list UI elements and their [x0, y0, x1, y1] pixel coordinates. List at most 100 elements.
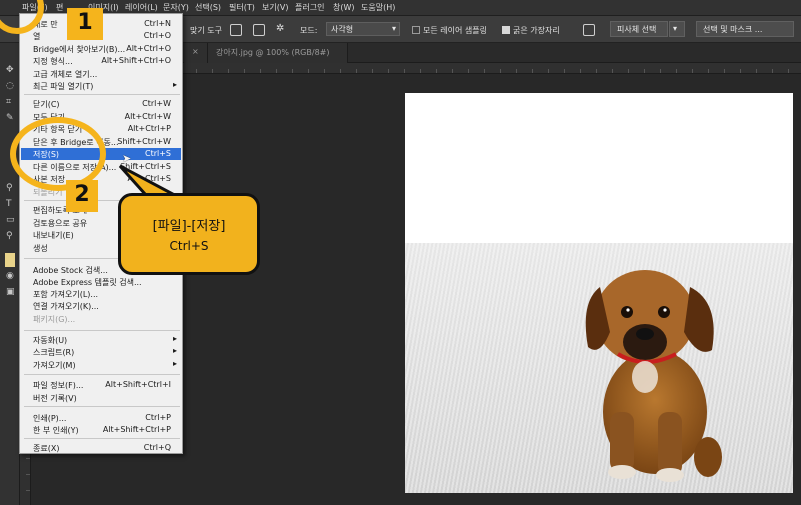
tools-panel: ✥ ◌ ⌗ ✎ ⚲ T ▭ ⚲ ◉ ▣: [0, 43, 20, 505]
quick-mask-icon[interactable]: ◉: [6, 271, 14, 281]
menu-item-label: Adobe Express 템플릿 검색...: [33, 278, 142, 287]
chevron-down-icon: ▾: [391, 24, 396, 33]
mode-select-value: 사각형: [331, 25, 354, 34]
file-menu-item[interactable]: 스크립트(R) ▸: [21, 346, 181, 358]
menu-item-label: 패키지(G)...: [33, 315, 76, 324]
type-tool-icon[interactable]: T: [6, 199, 12, 209]
menu-item-label: 검토용으로 공유: [33, 219, 88, 228]
search-tool-icon[interactable]: ⚲: [6, 231, 13, 241]
menu-help[interactable]: 도움말(H): [361, 2, 395, 13]
menu-item-label: 스크립트(R): [33, 348, 75, 357]
menu-item-shortcut: Alt+Shift+Ctrl+P: [102, 425, 171, 434]
lasso-tool-icon[interactable]: ◌: [6, 81, 14, 91]
menu-item-label: 지정 형식...: [33, 57, 73, 66]
menu-view[interactable]: 보기(V): [262, 2, 288, 13]
menu-item-shortcut: Shift+Ctrl+W: [117, 137, 171, 146]
sample-icon[interactable]: [253, 24, 265, 36]
menu-item-label: 포함 가져오기(L)...: [33, 290, 99, 299]
file-menu-item[interactable]: Adobe Express 템플릿 검색...: [21, 276, 181, 288]
tab-close-icon[interactable]: ×: [184, 43, 208, 63]
foreground-color-swatch[interactable]: [5, 253, 15, 267]
step-number-2: 2: [66, 180, 98, 212]
comment-icon[interactable]: [583, 24, 595, 36]
file-menu-item[interactable]: 닫기(C) Ctrl+W: [21, 98, 181, 110]
file-menu-item[interactable]: 고급 개체로 열기...: [21, 68, 181, 80]
file-menu-item[interactable]: Bridge에서 찾아보기(B)... Alt+Ctrl+O: [21, 43, 181, 55]
tool-name-label: 맞기 도구: [190, 26, 222, 35]
menu-separator: [24, 374, 180, 375]
menu-item-shortcut: Ctrl+S: [144, 149, 171, 158]
sample-all-layers-checkbox[interactable]: [412, 26, 420, 34]
menu-item-shortcut: Ctrl+N: [144, 19, 171, 28]
rectangle-tool-icon[interactable]: ▭: [6, 215, 15, 225]
sample-all-layers-label: 모든 레이어 샘플링: [423, 26, 487, 35]
refresh-icon[interactable]: [230, 24, 242, 36]
file-menu-item[interactable]: 연결 가져오기(K)...: [21, 300, 181, 312]
menu-window[interactable]: 창(W): [333, 2, 355, 13]
file-menu-item[interactable]: 가져오기(M) ▸: [21, 359, 181, 371]
callout-shortcut: Ctrl+S: [169, 239, 209, 253]
file-menu-item[interactable]: 포함 가져오기(L)...: [21, 288, 181, 300]
file-menu-item[interactable]: 파일 정보(F)... Alt+Shift+Ctrl+I: [21, 379, 181, 391]
menu-filter[interactable]: 필터(T): [229, 2, 255, 13]
menu-item-label: 파일 정보(F)...: [33, 381, 84, 390]
select-and-mask-button[interactable]: 선택 및 마스크 ...: [696, 21, 794, 37]
menu-separator: [24, 438, 180, 439]
menu-item-label: 내보내기(E): [33, 231, 74, 240]
file-menu-item[interactable]: 최근 파일 열기(T) ▸: [21, 80, 181, 92]
mode-label: 모드:: [300, 26, 318, 35]
menu-item-label: 닫기(C): [33, 100, 60, 109]
zoom-tool-icon[interactable]: ⚲: [6, 183, 13, 193]
menu-item-shortcut: Ctrl+O: [143, 31, 171, 40]
mode-select[interactable]: 사각형 ▾: [326, 22, 400, 36]
menu-item-shortcut: Alt+Ctrl+W: [124, 112, 171, 121]
menu-select[interactable]: 선택(S): [195, 2, 221, 13]
mouse-cursor-icon: ➤: [122, 152, 132, 165]
file-menu-item[interactable]: 지정 형식... Alt+Shift+Ctrl+O: [21, 55, 181, 67]
menu-separator: [24, 330, 180, 331]
puppy-image: [585, 270, 722, 482]
menu-item-shortcut: Alt+Ctrl+O: [126, 44, 171, 53]
crop-tool-icon[interactable]: ⌗: [6, 97, 11, 107]
move-tool-icon[interactable]: ✥: [6, 65, 14, 75]
menu-item-label: 자동화(U): [33, 336, 68, 345]
menu-separator: [24, 94, 180, 95]
save-callout-bubble: [파일]-[저장] Ctrl+S: [118, 193, 260, 275]
menu-item-shortcut: Ctrl+P: [145, 413, 171, 422]
select-subject-button[interactable]: 피사체 선택: [610, 21, 668, 37]
eyedropper-tool-icon[interactable]: ✎: [6, 113, 14, 123]
menu-item-shortcut: Ctrl+W: [142, 99, 171, 108]
menu-item-label: 한 부 인쇄(Y): [33, 426, 79, 435]
gear-icon[interactable]: ✲: [276, 23, 284, 34]
file-menu-item[interactable]: 인쇄(P)... Ctrl+P: [21, 412, 181, 424]
file-menu-item[interactable]: 패키지(G)...: [21, 313, 181, 325]
menu-item-label: 인쇄(P)...: [33, 414, 67, 423]
menu-item-label: 최근 파일 열기(T): [33, 82, 94, 91]
hard-edges-checkbox[interactable]: [502, 26, 510, 34]
menu-plugins[interactable]: 플러그인: [295, 2, 324, 13]
menu-item-label: Bridge에서 찾아보기(B)...: [33, 45, 126, 54]
file-menu-item[interactable]: 한 부 인쇄(Y) Alt+Shift+Ctrl+P: [21, 424, 181, 436]
menu-item-label: 고급 개체로 열기...: [33, 70, 98, 79]
file-menu-item[interactable]: 자동화(U) ▸: [21, 334, 181, 346]
file-menu-item[interactable]: 버전 기록(V): [21, 392, 181, 404]
submenu-arrow-icon: ▸: [172, 80, 177, 89]
menu-item-label: 버전 기록(V): [33, 394, 77, 403]
menu-item-shortcut: Alt+Shift+Ctrl+I: [105, 380, 171, 389]
submenu-arrow-icon: ▸: [172, 359, 177, 368]
menu-layer[interactable]: 레이어(L): [125, 2, 158, 13]
menu-item-label: 열: [33, 32, 41, 41]
menu-type[interactable]: 문자(Y): [163, 2, 189, 13]
menu-edit[interactable]: 편: [56, 2, 63, 13]
chevron-down-icon[interactable]: ▾: [669, 21, 685, 37]
screen-mode-icon[interactable]: ▣: [6, 287, 15, 297]
file-menu-item[interactable]: 종료(X) Ctrl+Q: [21, 442, 181, 454]
menu-item-label: 종료(X): [33, 444, 60, 453]
menu-item-shortcut: Alt+Shift+Ctrl+O: [101, 56, 171, 65]
submenu-arrow-icon: ▸: [172, 334, 177, 343]
callout-title: [파일]-[저장]: [152, 219, 226, 234]
menu-item-label: 가져오기(M): [33, 361, 76, 370]
menu-item-label: 연결 가져오기(K)...: [33, 302, 99, 311]
tab-document[interactable]: 강아지.jpg @ 100% (RGB/8#): [208, 43, 348, 63]
menu-item-label: 생성: [33, 244, 48, 253]
